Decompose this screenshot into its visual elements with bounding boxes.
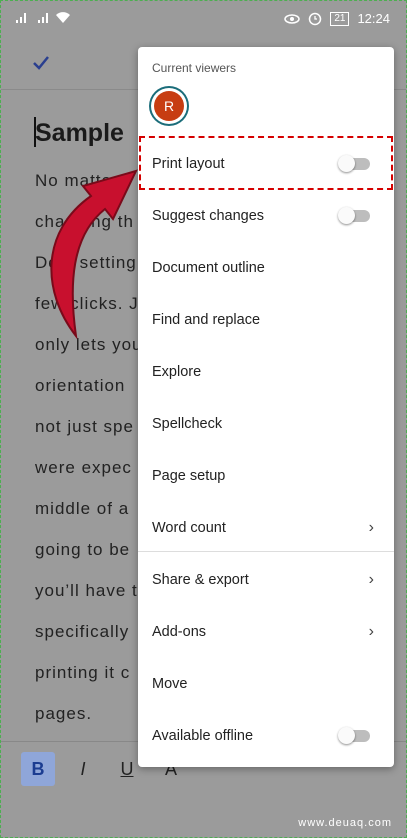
menu-item-page-setup[interactable]: Page setup <box>138 451 394 501</box>
menu-item-label: Move <box>152 676 188 692</box>
print-layout-highlight-box <box>139 136 393 190</box>
status-bar: 21 12:24 <box>1 1 406 37</box>
menu-item-label: Page setup <box>152 468 226 484</box>
suggest-changes-toggle[interactable] <box>338 207 370 224</box>
document-line: printing it c <box>35 663 131 682</box>
underline-button[interactable]: U <box>115 752 139 786</box>
phone-screen: 21 12:24 Sample No matter t changing th … <box>0 0 407 838</box>
document-line: specifically <box>35 622 130 641</box>
current-viewers-header: Current viewers <box>152 61 237 75</box>
menu-item-label: Add-ons <box>152 624 207 640</box>
menu-item-available-offline[interactable]: Available offline <box>138 711 394 761</box>
toggle-knob <box>338 727 355 744</box>
eye-icon <box>284 13 301 24</box>
toggle-knob <box>338 207 355 224</box>
menu-item-label: Spellcheck <box>152 416 223 432</box>
menu-item-label: Explore <box>152 364 202 380</box>
checkmark-icon[interactable] <box>31 53 51 73</box>
bottom-bar: www.deuaq.com <box>1 793 406 837</box>
menu-item-word-count[interactable]: Word count › <box>138 503 394 553</box>
document-line: going to be <box>35 540 131 559</box>
document-line: you’ll have t <box>35 581 138 600</box>
document-line: middle of a <box>35 499 130 518</box>
avatar[interactable]: R <box>154 91 184 121</box>
menu-item-find-and-replace[interactable]: Find and replace <box>138 295 394 345</box>
italic-button[interactable]: I <box>71 752 95 786</box>
menu-item-label: Document outline <box>152 260 265 276</box>
chevron-right-icon: › <box>368 623 374 640</box>
menu-item-label: Find and replace <box>152 312 261 328</box>
wifi-icon <box>56 12 70 23</box>
document-line: pages. <box>35 704 93 723</box>
menu-item-suggest-changes[interactable]: Suggest changes <box>138 191 394 241</box>
bold-button[interactable]: B <box>21 752 55 786</box>
alarm-icon <box>309 12 322 25</box>
document-line: not just spe <box>35 417 134 436</box>
menu-item-label: Available offline <box>152 728 254 744</box>
menu-item-label: Word count <box>152 520 226 536</box>
chevron-right-icon: › <box>368 519 374 536</box>
menu-item-add-ons[interactable]: Add-ons › <box>138 607 394 657</box>
document-line: orientation <box>35 376 126 395</box>
menu-item-label: Share & export <box>152 572 249 588</box>
clock: 12:24 <box>357 11 390 26</box>
red-arrow-annotation <box>50 169 138 340</box>
chevron-right-icon: › <box>368 571 374 588</box>
menu-item-spellcheck[interactable]: Spellcheck <box>138 399 394 449</box>
battery-icon: 21 <box>330 11 350 26</box>
menu-divider <box>138 551 394 552</box>
menu-item-document-outline[interactable]: Document outline <box>138 243 394 293</box>
signal-icon <box>13 13 26 23</box>
watermark: www.deuaq.com <box>298 817 392 829</box>
menu-item-label: Suggest changes <box>152 208 265 224</box>
menu-item-explore[interactable]: Explore <box>138 347 394 397</box>
battery-level: 21 <box>334 12 346 24</box>
menu-item-share-export[interactable]: Share & export › <box>138 555 394 605</box>
signal-icon <box>38 13 48 23</box>
document-line: were expec <box>35 458 132 477</box>
available-offline-toggle[interactable] <box>338 727 370 744</box>
menu-item-move[interactable]: Move <box>138 659 394 709</box>
